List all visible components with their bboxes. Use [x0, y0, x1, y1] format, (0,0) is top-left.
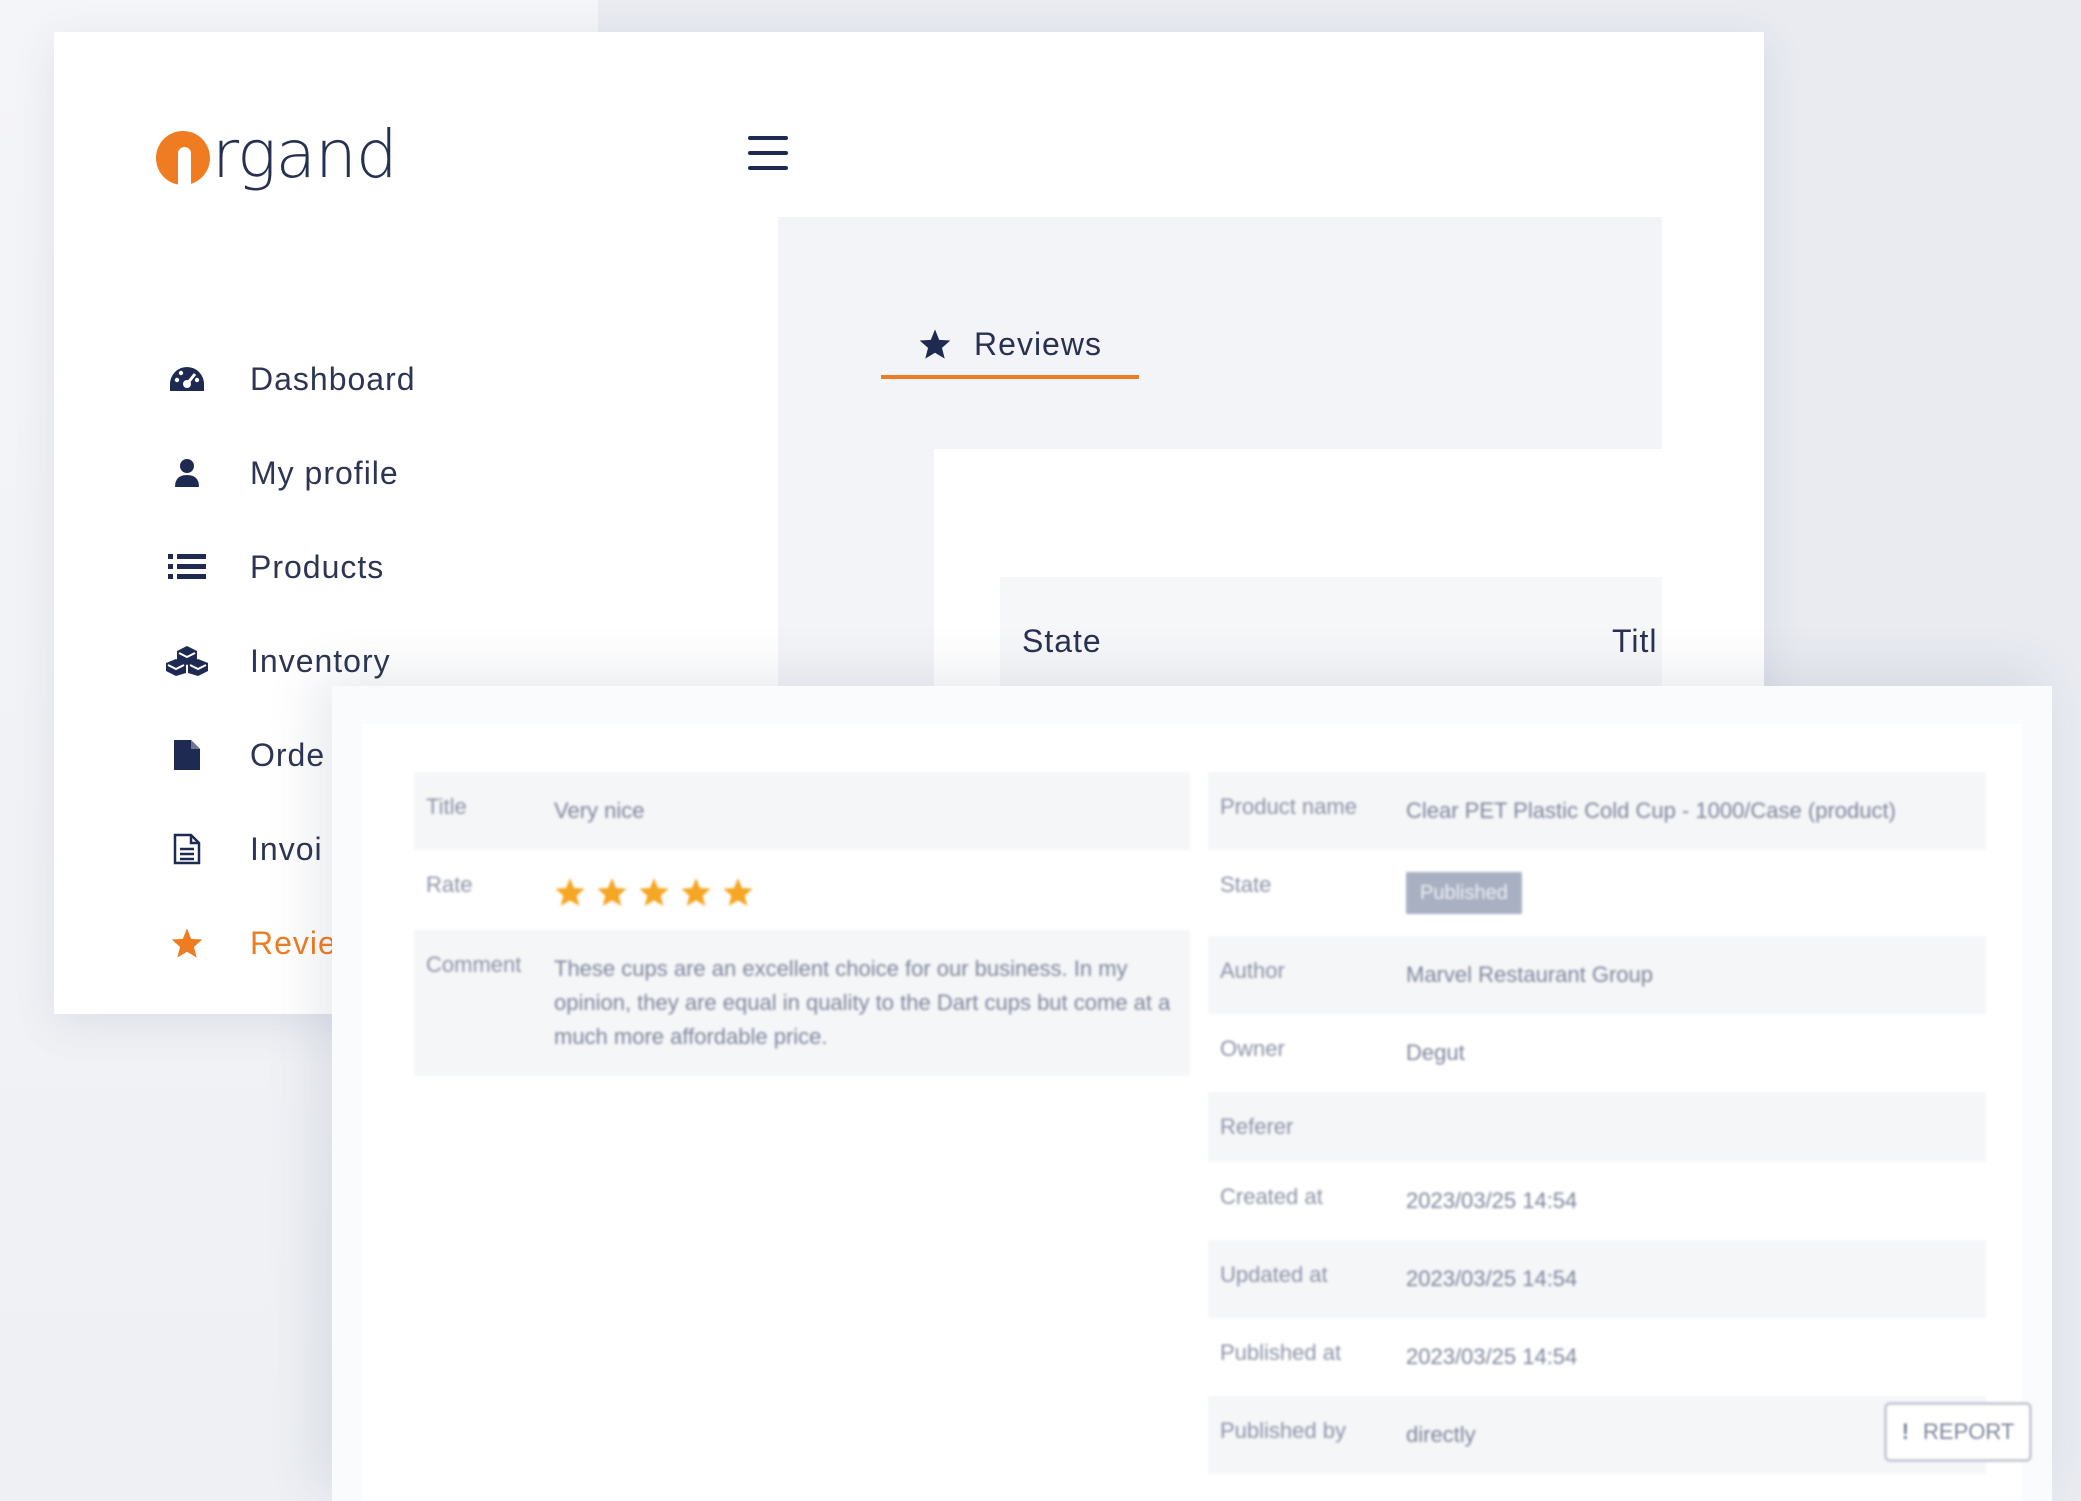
- detail-row-rate: Rate: [414, 850, 1190, 930]
- sidebar-item-label: Inventory: [250, 642, 391, 679]
- detail-row-title: Title Very nice: [414, 772, 1190, 850]
- detail-label: Comment: [426, 952, 522, 977]
- detail-label: Product name: [1220, 794, 1357, 819]
- detail-row-comment: Comment These cups are an excellent choi…: [414, 930, 1190, 1076]
- detail-row-updated-at: Updated at 2023/03/25 14:54: [1208, 1240, 1986, 1318]
- sidebar-item-products[interactable]: Products: [164, 520, 624, 614]
- detail-label: Title: [426, 794, 467, 819]
- detail-value: 2023/03/25 14:54: [1406, 1266, 1578, 1291]
- review-content-table: Title Very nice Rate Comment These cups …: [414, 772, 1190, 1076]
- hamburger-line: [748, 166, 788, 170]
- stars-container: [554, 872, 754, 908]
- column-header-title[interactable]: Titl: [1612, 623, 1657, 660]
- detail-row-product-name: Product name Clear PET Plastic Cold Cup …: [1208, 772, 1986, 850]
- detail-row-published-at: Published at 2023/03/25 14:54: [1208, 1318, 1986, 1396]
- detail-value: These cups are an excellent choice for o…: [554, 956, 1171, 1049]
- detail-row-created-at: Created at 2023/03/25 14:54: [1208, 1162, 1986, 1240]
- detail-row-referer: Referer: [1208, 1092, 1986, 1162]
- rating-star-icon: [597, 878, 627, 906]
- rating-star-icon: [723, 878, 753, 906]
- logo-mark-icon: [156, 131, 210, 185]
- list-icon: [164, 544, 210, 590]
- dashboard-gauge-icon: [164, 356, 210, 402]
- boxes-icon: [164, 638, 210, 684]
- detail-label: Published by: [1220, 1418, 1346, 1443]
- review-detail-card: Title Very nice Rate Comment These cups …: [362, 724, 2032, 1501]
- rating-star-icon: [639, 878, 669, 906]
- detail-row-published-by: Published by directly: [1208, 1396, 1986, 1474]
- detail-value: directly: [1406, 1422, 1476, 1447]
- flag-icon: !: [1901, 1419, 1910, 1444]
- star-icon: [164, 920, 210, 966]
- detail-value: Published: [1394, 850, 1534, 936]
- detail-label: Referer: [1220, 1114, 1294, 1139]
- menu-toggle-button[interactable]: [748, 136, 788, 170]
- brand-logo[interactable]: rgand: [156, 104, 398, 204]
- column-header-state[interactable]: State: [1022, 623, 1102, 660]
- sidebar-item-dashboard[interactable]: Dashboard: [164, 332, 624, 426]
- detail-label: Owner: [1220, 1036, 1285, 1061]
- rating-star-icon: [681, 878, 711, 906]
- detail-value: 2023/03/25 14:54: [1406, 1188, 1578, 1213]
- detail-row-owner: Owner Degut: [1208, 1014, 1986, 1092]
- report-button-label: REPORT: [1923, 1419, 2015, 1444]
- detail-row-state: State Published: [1208, 850, 1986, 936]
- file-icon: [164, 732, 210, 778]
- review-meta-table: Product name Clear PET Plastic Cold Cup …: [1208, 772, 1986, 1474]
- detail-value: Clear PET Plastic Cold Cup - 1000/Case (…: [1406, 798, 1896, 823]
- star-icon: [918, 328, 952, 360]
- sidebar-item-label: Orde: [250, 736, 326, 773]
- rating-star-icon: [555, 878, 585, 906]
- sidebar-item-my-profile[interactable]: My profile: [164, 426, 624, 520]
- detail-value: Degut: [1406, 1040, 1465, 1065]
- detail-label: State: [1220, 872, 1272, 897]
- detail-label: Published at: [1220, 1340, 1342, 1365]
- review-detail-panel: Title Very nice Rate Comment These cups …: [332, 686, 2052, 1501]
- tab-reviews[interactable]: Reviews: [881, 313, 1139, 379]
- sidebar-item-label: Revie: [250, 924, 337, 961]
- detail-label: Updated at: [1220, 1262, 1328, 1287]
- user-icon: [164, 450, 210, 496]
- status-badge: Published: [1406, 872, 1522, 914]
- hamburger-line: [748, 136, 788, 140]
- detail-value: Very nice: [554, 798, 645, 823]
- detail-value: [1394, 1092, 1418, 1162]
- detail-row-author: Author Marvel Restaurant Group: [1208, 936, 1986, 1014]
- document-icon: [164, 826, 210, 872]
- detail-label: Created at: [1220, 1184, 1323, 1209]
- sidebar-item-label: Dashboard: [250, 360, 416, 397]
- detail-label: Author: [1220, 958, 1285, 983]
- report-button[interactable]: ! REPORT: [1884, 1402, 2032, 1462]
- hamburger-line: [748, 151, 788, 155]
- detail-value: 2023/03/25 14:54: [1406, 1344, 1578, 1369]
- sidebar-item-label: My profile: [250, 454, 399, 491]
- logo-text: rgand: [212, 115, 398, 193]
- sidebar-item-label: Invoi: [250, 830, 323, 867]
- detail-value: Marvel Restaurant Group: [1406, 962, 1653, 987]
- tab-label: Reviews: [974, 325, 1102, 362]
- sidebar-item-label: Products: [250, 548, 385, 585]
- rating-stars: [542, 850, 766, 930]
- detail-label: Rate: [426, 872, 473, 897]
